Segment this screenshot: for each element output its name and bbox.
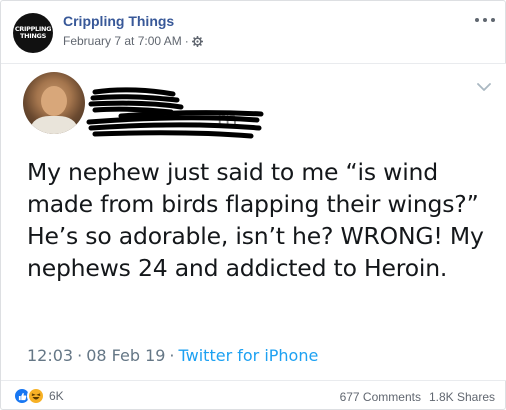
facebook-post: CRIPPLING THINGS Crippling Things Februa… — [0, 0, 506, 410]
reaction-summary[interactable]: 6K — [13, 387, 64, 405]
tweet-screenshot-image[interactable]: rn My nephew just said to me “is wind ma… — [1, 63, 506, 381]
tweet-date: 08 Feb 19 — [86, 346, 166, 365]
page-name-link[interactable]: Crippling Things — [63, 13, 174, 29]
tweet-time: 12:03 — [27, 346, 74, 365]
post-meta: February 7 at 7:00 AM · — [63, 34, 203, 48]
tweet-meta-separator: · — [77, 346, 83, 365]
tweet-text: My nephew just said to me “is wind made … — [27, 158, 484, 282]
avatar-text-line-2: THINGS — [20, 32, 46, 40]
more-dot — [475, 18, 479, 22]
chevron-down-icon[interactable] — [477, 82, 491, 92]
avatar-face — [41, 86, 67, 116]
comments-count-link[interactable]: 677 Comments — [340, 390, 421, 404]
reactions-bar: 6K 677 Comments 1.8K Shares — [1, 381, 506, 410]
post-header: CRIPPLING THINGS Crippling Things Februa… — [1, 1, 506, 61]
haha-reaction-icon — [27, 387, 45, 405]
thumbs-up-icon — [18, 392, 26, 400]
meta-separator: · — [184, 34, 189, 48]
avatar-shirt — [31, 116, 77, 134]
reaction-count[interactable]: 6K — [49, 389, 64, 403]
more-options-icon[interactable] — [475, 13, 495, 27]
page-avatar[interactable]: CRIPPLING THINGS — [13, 13, 53, 53]
shares-count-link[interactable]: 1.8K Shares — [429, 390, 495, 404]
post-timestamp[interactable]: February 7 at 7:00 AM — [63, 34, 182, 48]
tweet-source: Twitter for iPhone — [178, 346, 319, 365]
more-dot — [483, 18, 487, 22]
laughing-face-icon — [31, 393, 41, 400]
tweet-meta: 12:03 · 08 Feb 19 · Twitter for iPhone — [27, 346, 318, 365]
gear-icon[interactable] — [191, 35, 203, 47]
tweet-meta-separator: · — [169, 346, 175, 365]
redaction-scribble: rn — [86, 87, 264, 139]
more-dot — [491, 18, 495, 22]
engagement-counts: 677 Comments 1.8K Shares — [340, 390, 495, 404]
tweet-author-avatar — [23, 72, 85, 134]
